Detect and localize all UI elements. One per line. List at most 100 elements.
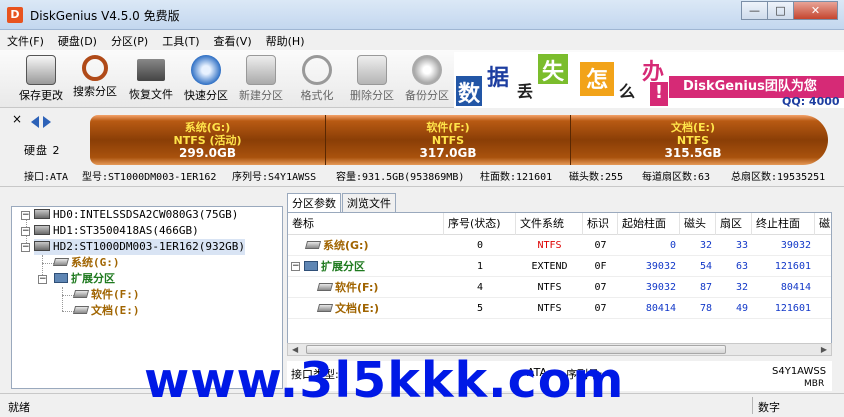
partition-segment-system[interactable]: 系统(G:) NTFS (活动) 299.0GB — [90, 115, 325, 165]
tree-partition-system[interactable]: 系统(G:) — [52, 255, 120, 271]
tree-line — [62, 311, 74, 312]
scroll-right-icon[interactable]: ▶ — [821, 345, 827, 354]
format-button[interactable]: 格式化 — [290, 52, 344, 106]
expand-toggle[interactable]: − — [38, 275, 47, 284]
ad-char: 数 — [456, 76, 482, 107]
backup-partition-button[interactable]: 备份分区 — [400, 52, 454, 106]
ad-char: 怎 — [580, 62, 614, 96]
ad-char: 据 — [482, 60, 514, 94]
hard-disk-icon — [34, 241, 50, 251]
ad-qq: QQ: 4000 — [782, 95, 840, 108]
table-row[interactable]: − 扩展分区 1 EXTEND 0F 39032 54 63 121601 — [288, 257, 831, 277]
extended-partition-icon — [54, 273, 68, 283]
table-row[interactable]: 文档(E:) 5 NTFS 07 80414 78 49 121601 — [288, 299, 831, 319]
partition-segment-documents[interactable]: 文档(E:) NTFS 315.5GB — [571, 115, 815, 165]
tree-line — [42, 263, 54, 264]
close-map-icon[interactable]: × — [12, 112, 22, 126]
tree-disk-hd2[interactable]: HD2:ST1000DM003-1ER162(932GB) — [34, 239, 246, 255]
quick-partition-button[interactable]: 快速分区 — [179, 52, 233, 106]
disk-label: 硬盘 2 — [24, 144, 61, 157]
hard-disk-icon — [34, 209, 50, 219]
info-serial: 序列号:S4Y1AWSS — [232, 172, 317, 183]
expand-toggle[interactable]: − — [291, 262, 300, 271]
info-capacity: 容量:931.5GB(953869MB) — [336, 172, 465, 183]
info-cylinders: 柱面数:121601 — [480, 172, 553, 183]
recover-files-icon — [137, 59, 165, 81]
ad-char: 办 — [638, 54, 668, 85]
menu-partition[interactable]: 分区(P) — [104, 31, 155, 49]
partition-segment-software[interactable]: 软件(F:) NTFS 317.0GB — [326, 115, 570, 165]
recover-files-button[interactable]: 恢复文件 — [124, 52, 178, 106]
menu-disk[interactable]: 硬盘(D) — [51, 31, 104, 49]
table-row[interactable]: 软件(F:) 4 NTFS 07 39032 87 32 80414 — [288, 278, 831, 298]
partition-icon — [72, 306, 90, 314]
partition-bar: 系统(G:) NTFS (活动) 299.0GB 软件(F:) NTFS 317… — [90, 115, 828, 165]
partition-icon — [52, 258, 70, 266]
minimize-button[interactable]: — — [741, 1, 768, 20]
save-icon — [26, 55, 56, 85]
numlock-indicator: 数字 — [758, 401, 780, 414]
expand-toggle[interactable]: − — [21, 227, 30, 236]
maximize-button[interactable]: □ — [767, 1, 794, 20]
menu-bar: 文件(F) 硬盘(D) 分区(P) 工具(T) 查看(V) 帮助(H) — [0, 31, 844, 49]
tree-partition-software[interactable]: 软件(F:) — [72, 287, 140, 303]
info-interface: 接口:ATA — [24, 172, 69, 183]
partition-icon — [316, 304, 334, 312]
tab-browse-files[interactable]: 浏览文件 — [342, 193, 396, 212]
ad-char: 么 — [614, 78, 640, 106]
partition-table: 卷标 序号(状态) 文件系统 标识 起始柱面 磁头 扇区 终止柱面 磁 系统(G… — [287, 212, 832, 356]
save-changes-button[interactable]: 保存更改 — [14, 52, 68, 106]
status-text: 就绪 — [8, 401, 30, 414]
col-volume-label[interactable]: 卷标 — [288, 213, 444, 235]
app-icon: D — [7, 7, 23, 23]
menu-file[interactable]: 文件(F) — [0, 31, 51, 49]
search-partition-icon — [82, 55, 108, 81]
next-disk-icon[interactable] — [43, 116, 51, 128]
col-more[interactable]: 磁 — [815, 213, 831, 235]
tree-disk-hd1[interactable]: HD1:ST3500418AS(466GB) — [34, 223, 199, 239]
col-start-cylinder[interactable]: 起始柱面 — [618, 213, 680, 235]
expand-toggle[interactable]: − — [21, 211, 30, 220]
disk-map: × 硬盘 2 系统(G:) NTFS (活动) 299.0GB 软件(F:) N… — [0, 109, 844, 168]
info-heads: 磁头数:255 — [569, 172, 624, 183]
new-partition-icon — [246, 55, 276, 85]
menu-tools[interactable]: 工具(T) — [155, 31, 206, 49]
right-tabs: 分区参数 浏览文件 — [287, 193, 397, 213]
backup-partition-icon — [412, 55, 442, 85]
ad-banner[interactable]: 数 据 丢 失 怎 么 办 ! DiskGenius团队为您 QQ: 4000 — [454, 52, 844, 108]
ad-char: ! — [650, 82, 668, 106]
window-title: DiskGenius V4.5.0 免费版 — [30, 9, 180, 23]
tree-partition-documents[interactable]: 文档(E:) — [72, 303, 140, 319]
tree-disk-hd0[interactable]: HD0:INTELSSDSA2CW080G3(75GB) — [34, 207, 238, 223]
close-button[interactable]: ✕ — [793, 1, 838, 20]
expand-toggle[interactable]: − — [21, 243, 30, 252]
hard-disk-icon — [34, 225, 50, 235]
col-filesystem[interactable]: 文件系统 — [516, 213, 583, 235]
prev-disk-icon[interactable] — [31, 116, 39, 128]
menu-help[interactable]: 帮助(H) — [259, 31, 312, 49]
info-total-sectors: 总扇区数:19535251 — [731, 172, 826, 183]
partition-icon — [316, 283, 334, 291]
partition-icon — [72, 290, 90, 298]
info-sectors-per-track: 每道扇区数:63 — [642, 172, 711, 183]
col-id[interactable]: 标识 — [583, 213, 618, 235]
ad-char: 失 — [538, 54, 568, 85]
delete-partition-icon — [357, 55, 387, 85]
col-head[interactable]: 磁头 — [680, 213, 716, 235]
new-partition-button[interactable]: 新建分区 — [234, 52, 288, 106]
col-index[interactable]: 序号(状态) — [444, 213, 516, 235]
col-end-cylinder[interactable]: 终止柱面 — [752, 213, 815, 235]
partition-icon — [304, 241, 322, 249]
delete-partition-button[interactable]: 删除分区 — [345, 52, 399, 106]
format-icon — [302, 55, 332, 85]
tab-partition-params[interactable]: 分区参数 — [287, 193, 341, 213]
extended-partition-icon — [304, 261, 318, 271]
title-bar: D DiskGenius V4.5.0 免费版 — □ ✕ — [0, 0, 844, 30]
info-model: 型号:ST1000DM003-1ER162 — [82, 172, 217, 183]
col-sector[interactable]: 扇区 — [716, 213, 752, 235]
search-partition-button[interactable]: 搜索分区 — [68, 52, 122, 106]
menu-view[interactable]: 查看(V) — [207, 31, 259, 49]
table-row[interactable]: 系统(G:) 0 NTFS 07 0 32 33 39032 — [288, 236, 831, 256]
tree-line — [62, 295, 74, 296]
tree-partition-extended[interactable]: 扩展分区 — [54, 271, 115, 287]
